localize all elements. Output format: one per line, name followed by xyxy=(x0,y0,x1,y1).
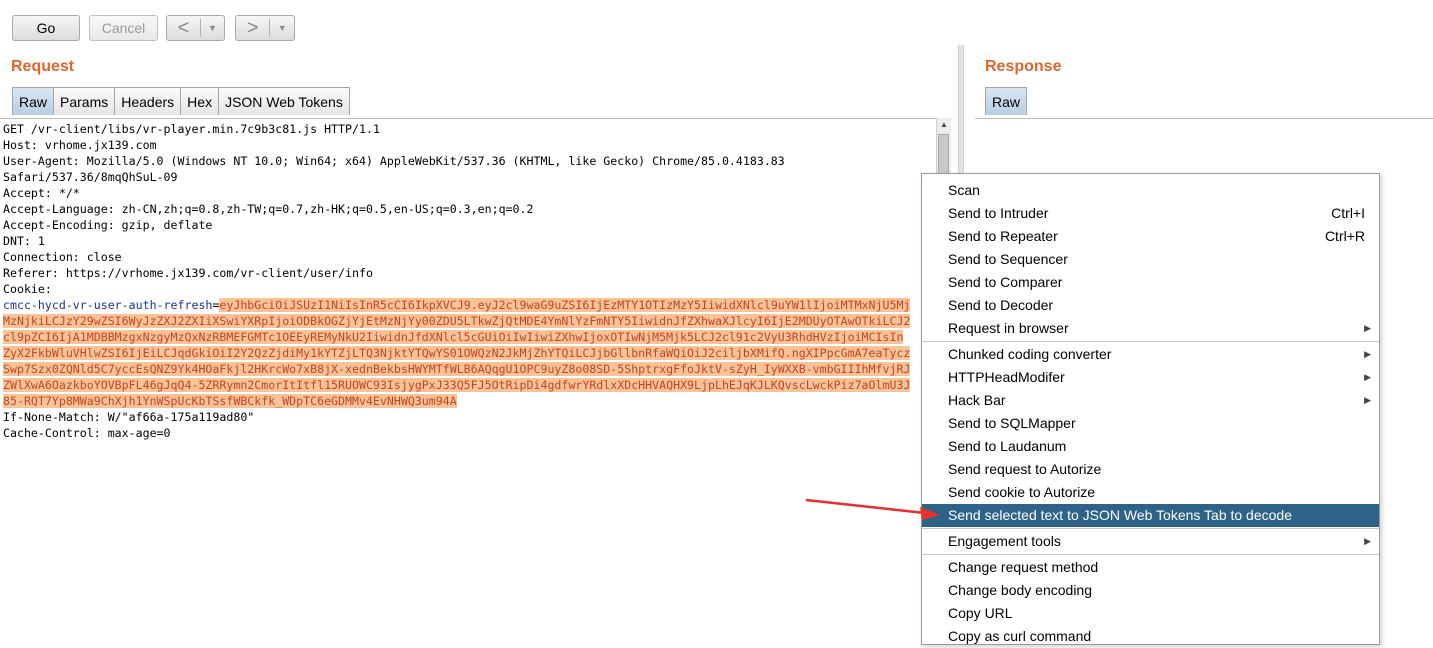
menu-item-label: HTTPHeadModifer xyxy=(948,369,1065,385)
request-line: Accept-Encoding: gzip, deflate xyxy=(3,218,213,232)
menu-item-scan[interactable]: Scan xyxy=(922,179,1379,202)
menu-item-httpheadmodifer[interactable]: HTTPHeadModifer ▶ xyxy=(922,366,1379,389)
menu-item-label: Send request to Autorize xyxy=(948,461,1102,477)
go-button[interactable]: Go xyxy=(12,15,80,41)
request-line: User-Agent: Mozilla/5.0 (Windows NT 10.0… xyxy=(3,154,785,168)
cookie-line: cmcc-hycd-vr-user-auth-refresh=eyJhbGciO… xyxy=(3,297,936,313)
cookie-value-selected: 85-RQT7Yp8MWa9ChXjh1YnWSpUcKbTSsfWBCkfk_… xyxy=(3,394,457,408)
menu-item-change-request-method[interactable]: Change request method xyxy=(922,556,1379,579)
cookie-value-selected: ZWlXwA6OazkboYOVBpFL46gJqQ4-5ZRRymn2Cmor… xyxy=(3,378,911,392)
menu-item-engagement-tools[interactable]: Engagement tools ▶ xyxy=(922,530,1379,553)
request-tab-params[interactable]: Params xyxy=(53,87,116,115)
menu-item-label: Engagement tools xyxy=(948,533,1061,549)
response-tab-raw[interactable]: Raw xyxy=(985,87,1028,115)
cookie-line: ZyX2FkbWluVHlwZSI6IjEiLCJqdGkiOiI2Y2QzZj… xyxy=(3,345,936,361)
menu-item-label: Send to SQLMapper xyxy=(948,415,1076,431)
request-line: Referer: https://vrhome.jx139.com/vr-cli… xyxy=(3,266,373,280)
cookie-value-selected: cl9pZCI6IjA1MDBBMzgxNzgyMzQxNzRBMEFGMTc1… xyxy=(3,330,904,344)
request-line: Cookie: xyxy=(3,282,52,296)
request-line: Cache-Control: max-age=0 xyxy=(3,426,171,440)
cookie-line: ZWlXwA6OazkboYOVBpFL46gJqQ4-5ZRRymn2Cmor… xyxy=(3,377,936,393)
menu-item-shortcut: Ctrl+R xyxy=(1324,228,1365,244)
back-dropdown-icon[interactable]: ▼ xyxy=(201,23,224,33)
request-tab-headers[interactable]: Headers xyxy=(114,87,182,115)
menu-item-change-body-encoding[interactable]: Change body encoding xyxy=(922,579,1379,602)
menu-item-hack-bar[interactable]: Hack Bar ▶ xyxy=(922,389,1379,412)
menu-item-label: Send to Laudanum xyxy=(948,438,1067,454)
menu-separator xyxy=(922,341,1379,342)
menu-item-label: Change request method xyxy=(948,559,1099,575)
menu-item-label: Send to Repeater xyxy=(948,228,1058,244)
menu-item-label: Send to Comparer xyxy=(948,274,1063,290)
forward-arrow-icon: > xyxy=(246,17,259,39)
cookie-value-selected: Swp7Szx0ZQNld5C7yccEsQNZ9Yk4HOaFkjl2HKrc… xyxy=(3,362,911,376)
cookie-line: Swp7Szx0ZQNld5C7yccEsQNZ9Yk4HOaFkjl2HKrc… xyxy=(3,361,936,377)
request-tabs: Raw Params Headers Hex JSON Web Tokens xyxy=(12,87,350,115)
request-tab-json-web-tokens[interactable]: JSON Web Tokens xyxy=(218,87,350,115)
cancel-button[interactable]: Cancel xyxy=(89,15,158,41)
menu-item-send-to-decoder[interactable]: Send to Decoder xyxy=(922,294,1379,317)
submenu-arrow-icon: ▶ xyxy=(1364,372,1371,382)
menu-item-copy-url[interactable]: Copy URL xyxy=(922,602,1379,625)
menu-item-send-cookie-to-autorize[interactable]: Send cookie to Autorize xyxy=(922,481,1379,504)
menu-item-label: Send to Sequencer xyxy=(948,251,1068,267)
menu-item-send-to-sqlmapper[interactable]: Send to SQLMapper xyxy=(922,412,1379,435)
forward-dropdown-icon[interactable]: ▼ xyxy=(270,23,294,33)
menu-item-label: Copy as curl command xyxy=(948,628,1092,644)
cookie-name: cmcc-hycd-vr-user-auth-refresh xyxy=(3,298,213,312)
response-tabs: Raw xyxy=(985,87,1028,115)
menu-item-send-to-comparer[interactable]: Send to Comparer xyxy=(922,271,1379,294)
menu-item-label: Hack Bar xyxy=(948,392,1006,408)
request-line: DNT: 1 xyxy=(3,234,45,248)
menu-separator xyxy=(922,528,1379,529)
request-line: Accept: */* xyxy=(3,186,80,200)
menu-item-send-to-sequencer[interactable]: Send to Sequencer xyxy=(922,248,1379,271)
response-title: Response xyxy=(985,58,1062,75)
cookie-line: cl9pZCI6IjA1MDBBMzgxNzgyMzQxNzRBMEFGMTc1… xyxy=(3,329,936,345)
menu-item-chunked-coding-converter[interactable]: Chunked coding converter ▶ xyxy=(922,343,1379,366)
menu-item-label: Scan xyxy=(948,182,980,198)
request-title: Request xyxy=(11,58,75,75)
submenu-arrow-icon: ▶ xyxy=(1364,323,1371,333)
request-line: Connection: close xyxy=(3,250,122,264)
menu-item-shortcut: Ctrl+I xyxy=(1331,205,1365,221)
menu-item-label: Copy URL xyxy=(948,605,1013,621)
menu-item-send-to-repeater[interactable]: Send to Repeater Ctrl+R xyxy=(922,225,1379,248)
request-tab-raw[interactable]: Raw xyxy=(12,87,55,115)
menu-item-label: Send to Intruder xyxy=(948,205,1049,221)
cookie-value-selected: ZyX2FkbWluVHlwZSI6IjEiLCJqdGkiOiI2Y2QzZj… xyxy=(3,346,911,360)
submenu-arrow-icon: ▶ xyxy=(1364,349,1371,359)
cookie-value-selected: eyJhbGciOiJSUzI1NiIsInR5cCI6IkpXVCJ9.eyJ… xyxy=(219,298,911,312)
request-line: Accept-Language: zh-CN,zh;q=0.8,zh-TW;q=… xyxy=(3,202,534,216)
request-line: If-None-Match: W/"af66a-175a119ad80" xyxy=(3,410,255,424)
menu-item-send-to-laudanum[interactable]: Send to Laudanum xyxy=(922,435,1379,458)
history-forward-button[interactable]: > ▼ xyxy=(235,15,295,41)
cookie-line: MzNjkiLCJzY29wZSI6WyJzZXJ2ZXIiXSwiYXRpIj… xyxy=(3,313,936,329)
request-editor[interactable]: GET /vr-client/libs/vr-player.min.7c9b3c… xyxy=(0,118,936,638)
request-tab-hex[interactable]: Hex xyxy=(180,87,220,115)
menu-item-label: Request in browser xyxy=(948,320,1069,336)
menu-item-label: Send cookie to Autorize xyxy=(948,484,1096,500)
history-back-button[interactable]: < ▼ xyxy=(166,15,225,41)
menu-separator xyxy=(922,554,1379,555)
submenu-arrow-icon: ▶ xyxy=(1364,536,1371,546)
menu-item-request-in-browser[interactable]: Request in browser ▶ xyxy=(922,317,1379,340)
submenu-arrow-icon: ▶ xyxy=(1364,395,1371,405)
request-line: Host: vrhome.jx139.com xyxy=(3,138,157,152)
request-line: GET /vr-client/libs/vr-player.min.7c9b3c… xyxy=(3,122,380,136)
cookie-line: 85-RQT7Yp8MWa9ChXjh1YnWSpUcKbTSsfWBCkfk_… xyxy=(3,393,936,409)
menu-item-send-request-to-autorize[interactable]: Send request to Autorize xyxy=(922,458,1379,481)
request-line: Safari/537.36/8mqQhSuL-09 xyxy=(3,170,178,184)
menu-item-label: Chunked coding converter xyxy=(948,346,1112,362)
scroll-up-icon[interactable]: ▲ xyxy=(937,118,951,132)
menu-item-label: Send to Decoder xyxy=(948,297,1054,313)
menu-item-send-to-intruder[interactable]: Send to Intruder Ctrl+I xyxy=(922,202,1379,225)
menu-item-label: Send selected text to JSON Web Tokens Ta… xyxy=(948,507,1292,523)
menu-item-label: Change body encoding xyxy=(948,582,1093,598)
context-menu: Scan Send to Intruder Ctrl+I Send to Repeat… xyxy=(921,173,1380,645)
menu-item-copy-as-curl-command[interactable]: Copy as curl command xyxy=(922,625,1379,648)
cookie-value-selected: MzNjkiLCJzY29wZSI6WyJzZXJ2ZXIiXSwiYXRpIj… xyxy=(3,314,911,328)
menu-item-send-selected-text-to-json-web-tokens-tab-to-decode[interactable]: Send selected text to JSON Web Tokens Ta… xyxy=(922,504,1379,527)
back-arrow-icon: < xyxy=(177,17,190,39)
